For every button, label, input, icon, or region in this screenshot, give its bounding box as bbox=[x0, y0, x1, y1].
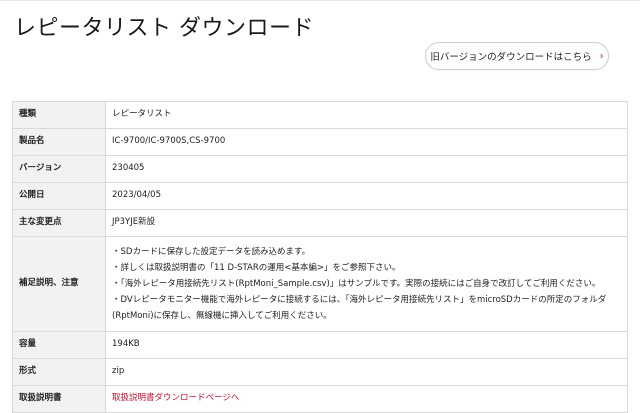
spec-table: 種類 レピータリスト 製品名 IC-9700/IC-9700S,CS-9700 … bbox=[12, 101, 628, 413]
top-divider bbox=[0, 0, 640, 1]
table-row: 公開日 2023/04/05 bbox=[12, 182, 628, 210]
row-label-release-date: 公開日 bbox=[12, 182, 106, 210]
table-row: 形式 zip bbox=[12, 358, 628, 386]
row-label-version: バージョン bbox=[12, 155, 106, 183]
row-value-capacity: 194KB bbox=[105, 331, 628, 359]
page-title: レピータリスト ダウンロード bbox=[14, 16, 314, 41]
note-line: ・「海外レピータ用接続先リスト(RptMoni_Sample.csv)」はサンプ… bbox=[112, 279, 601, 289]
table-row: バージョン 230405 bbox=[12, 155, 628, 183]
row-value-product: IC-9700/IC-9700S,CS-9700 bbox=[105, 128, 628, 156]
row-label-notes: 補足説明、注意 bbox=[12, 236, 106, 332]
manual-download-link[interactable]: 取扱説明書ダウンロードページへ bbox=[112, 393, 239, 403]
table-row: 製品名 IC-9700/IC-9700S,CS-9700 bbox=[12, 128, 628, 156]
table-row: 主な変更点 JP3YJE新設 bbox=[12, 209, 628, 237]
old-version-download-button[interactable]: 旧バージョンのダウンロードはこちら › bbox=[425, 42, 609, 70]
row-label-changes: 主な変更点 bbox=[12, 209, 106, 237]
note-line: ・DVレピータモニター機能で海外レピータに接続するには、「海外レピータ用接続先リ… bbox=[112, 295, 607, 321]
row-value-version: 230405 bbox=[105, 155, 628, 183]
row-value-release-date: 2023/04/05 bbox=[105, 182, 628, 210]
row-value-manual: 取扱説明書ダウンロードページへ bbox=[105, 385, 628, 413]
note-line: ・SDカードに保存した設定データを読み込めます。 bbox=[112, 247, 311, 257]
old-version-button-label: 旧バージョンのダウンロードはこちら bbox=[430, 52, 592, 63]
row-value-notes: ・SDカードに保存した設定データを読み込めます。 ・詳しくは取扱説明書の「11 … bbox=[105, 236, 628, 332]
row-label-product: 製品名 bbox=[12, 128, 106, 156]
chevron-right-icon: › bbox=[599, 50, 604, 62]
table-row: 容量 194KB bbox=[12, 331, 628, 359]
row-value-type: レピータリスト bbox=[105, 101, 628, 129]
table-row: 種類 レピータリスト bbox=[12, 101, 628, 129]
table-row: 補足説明、注意 ・SDカードに保存した設定データを読み込めます。 ・詳しくは取扱… bbox=[12, 236, 628, 332]
row-value-format: zip bbox=[105, 358, 628, 386]
row-label-type: 種類 bbox=[12, 101, 106, 129]
table-row: 取扱説明書 取扱説明書ダウンロードページへ bbox=[12, 385, 628, 413]
note-line: ・詳しくは取扱説明書の「11 D-STARの運用<基本編>」をご参照下さい。 bbox=[112, 263, 401, 273]
row-label-capacity: 容量 bbox=[12, 331, 106, 359]
row-value-changes: JP3YJE新設 bbox=[105, 209, 628, 237]
row-label-manual: 取扱説明書 bbox=[12, 385, 106, 413]
row-label-format: 形式 bbox=[12, 358, 106, 386]
